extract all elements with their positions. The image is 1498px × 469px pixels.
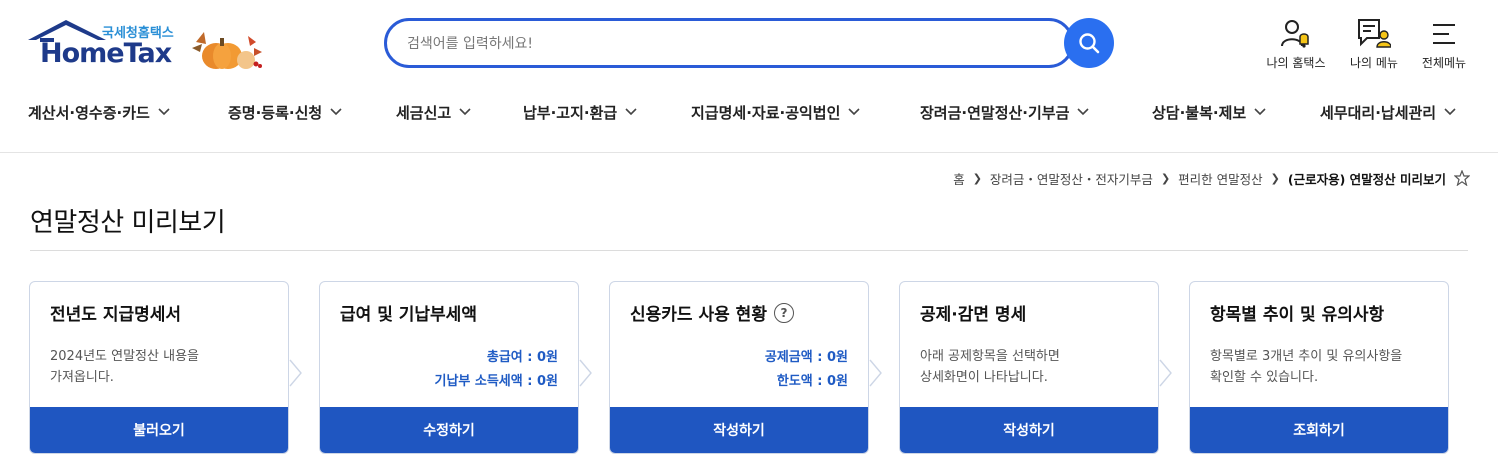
logo-title: HomeTax xyxy=(40,38,172,69)
breadcrumb-item[interactable]: 장려금・연말정산・전자기부금 xyxy=(990,169,1153,188)
card-description-line: 2024년도 연말정산 내용을 xyxy=(50,349,199,364)
nav-item-payment[interactable]: 납부·고지·환급 xyxy=(523,92,637,132)
nav-item-label: 세금신고 xyxy=(396,103,452,122)
card-description-line: 확인할 수 있습니다. xyxy=(1210,370,1319,385)
card-credit-card-usage: 신용카드 사용 현황 ? 공제금액 : 0원 한도액 : 0원 작성하기 xyxy=(609,281,869,454)
user-bell-icon xyxy=(1281,20,1309,48)
chevron-down-icon xyxy=(459,108,471,116)
card-description: 항목별로 3개년 추이 및 유의사항을 확인할 수 있습니다. xyxy=(1210,346,1402,388)
card-item-trends: 항목별 추이 및 유의사항 항목별로 3개년 추이 및 유의사항을 확인할 수 … xyxy=(1189,281,1449,454)
autumn-pumpkin-icon xyxy=(192,32,262,69)
card-title: 항목별 추이 및 유의사항 xyxy=(1210,305,1385,325)
chevron-down-icon xyxy=(848,108,860,116)
breadcrumb-home[interactable]: 홈 xyxy=(953,169,965,188)
card-description-line: 가져옵니다. xyxy=(50,370,114,385)
chevron-down-icon xyxy=(1077,108,1089,116)
nav-item-label: 계산서·영수증·카드 xyxy=(28,103,150,122)
my-menu-label: 나의 메뉴 xyxy=(1350,56,1398,70)
hometax-logo[interactable]: 국세청홈택스 HomeTax xyxy=(28,18,268,74)
nav-item-consultation[interactable]: 상담·불복·제보 xyxy=(1152,92,1266,132)
my-hometax-label: 나의 홈택스 xyxy=(1266,56,1326,70)
my-menu-icon xyxy=(1358,19,1391,48)
hamburger-menu-icon xyxy=(1433,24,1455,44)
chevron-down-icon xyxy=(1444,108,1456,116)
chevron-right-icon: ❯ xyxy=(1270,171,1280,185)
page-title: 연말정산 미리보기 xyxy=(30,208,226,238)
card-values: 공제금액 : 0원 한도액 : 0원 xyxy=(765,346,848,394)
card-description-line: 항목별로 3개년 추이 및 유의사항을 xyxy=(1210,349,1403,364)
load-button[interactable]: 불러오기 xyxy=(30,407,288,453)
header: 국세청홈택스 HomeTax 검색어를 입력하세요! 나의 홈택스 나의 메뉴 … xyxy=(0,0,1498,90)
search-input[interactable] xyxy=(407,33,1047,55)
title-divider xyxy=(30,250,1468,251)
nav-item-invoice[interactable]: 계산서·영수증·카드 xyxy=(28,92,170,132)
my-menu-button[interactable]: 나의 메뉴 xyxy=(1334,16,1414,71)
search-button[interactable] xyxy=(1064,18,1114,68)
nav-item-payment-statement[interactable]: 지급명세·자료·공익법인 xyxy=(691,92,860,132)
main-nav: 계산서·영수증·카드 증명·등록·신청 세금신고 납부·고지·환급 지급명세·자… xyxy=(0,92,1498,132)
all-menu-label: 전체메뉴 xyxy=(1421,56,1467,70)
card-description-line: 상세화면이 나타납니다. xyxy=(920,370,1048,385)
card-values: 총급여 : 0원 기납부 소득세액 : 0원 xyxy=(434,346,558,394)
edit-button[interactable]: 수정하기 xyxy=(320,407,578,453)
chevron-right-icon xyxy=(869,359,882,387)
nav-item-certificate[interactable]: 증명·등록·신청 xyxy=(228,92,342,132)
inquiry-button[interactable]: 조회하기 xyxy=(1190,407,1448,453)
my-hometax-button[interactable]: 나의 홈택스 xyxy=(1256,16,1336,71)
write-button[interactable]: 작성하기 xyxy=(610,407,868,453)
total-salary-value: 총급여 : 0원 xyxy=(486,350,558,365)
deduction-amount-value: 공제금액 : 0원 xyxy=(764,350,848,365)
chevron-right-icon xyxy=(579,359,592,387)
nav-item-tax-report[interactable]: 세금신고 xyxy=(396,92,471,132)
nav-item-label: 지급명세·자료·공익법인 xyxy=(691,103,841,122)
card-title: 공제·감면 명세 xyxy=(920,305,1027,325)
card-description: 아래 공제항목을 선택하면 상세화면이 나타납니다. xyxy=(920,346,1060,388)
prepaid-income-tax-value: 기납부 소득세액 : 0원 xyxy=(434,374,558,389)
search-bar[interactable] xyxy=(384,18,1074,68)
card-title: 전년도 지급명세서 xyxy=(50,305,182,325)
nav-item-tax-agent[interactable]: 세무대리·납세관리 xyxy=(1320,92,1456,132)
chevron-down-icon xyxy=(1254,108,1266,116)
chevron-down-icon xyxy=(330,108,342,116)
card-description-line: 아래 공제항목을 선택하면 xyxy=(920,349,1060,364)
all-menu-button[interactable]: 전체메뉴 xyxy=(1404,16,1484,71)
chevron-down-icon xyxy=(158,108,170,116)
limit-amount-value: 한도액 : 0원 xyxy=(776,374,848,389)
card-title: 신용카드 사용 현황 ? xyxy=(630,300,794,325)
card-description: 2024년도 연말정산 내용을 가져옵니다. xyxy=(50,346,199,388)
card-salary-tax: 급여 및 기납부세액 총급여 : 0원 기납부 소득세액 : 0원 수정하기 xyxy=(319,281,579,454)
nav-item-label: 납부·고지·환급 xyxy=(523,103,618,122)
chevron-right-icon xyxy=(289,359,302,387)
chevron-right-icon xyxy=(1159,359,1172,387)
nav-item-label: 증명·등록·신청 xyxy=(228,103,323,122)
breadcrumb-current: (근로자용) 연말정산 미리보기 xyxy=(1287,171,1446,187)
nav-item-year-end-settlement[interactable]: 장려금·연말정산·기부금 xyxy=(920,92,1089,132)
breadcrumb: 홈 ❯ 장려금・연말정산・전자기부금 ❯ 편리한 연말정산 ❯ (근로자용) 연… xyxy=(953,168,1470,188)
breadcrumb-item[interactable]: 편리한 연말정산 xyxy=(1178,169,1262,188)
nav-item-label: 상담·불복·제보 xyxy=(1152,103,1247,122)
write-button[interactable]: 작성하기 xyxy=(900,407,1158,453)
nav-item-label: 장려금·연말정산·기부금 xyxy=(920,103,1070,122)
help-icon[interactable]: ? xyxy=(773,302,794,323)
chevron-right-icon: ❯ xyxy=(972,171,982,185)
star-icon[interactable] xyxy=(1454,170,1470,186)
card-title: 급여 및 기납부세액 xyxy=(340,305,477,325)
search-icon xyxy=(1079,33,1100,54)
card-prior-year-statement: 전년도 지급명세서 2024년도 연말정산 내용을 가져옵니다. 불러오기 xyxy=(29,281,289,454)
card-title-text: 신용카드 사용 현황 xyxy=(630,305,767,325)
chevron-right-icon: ❯ xyxy=(1160,171,1171,185)
card-deduction-details: 공제·감면 명세 아래 공제항목을 선택하면 상세화면이 나타납니다. 작성하기 xyxy=(899,281,1159,454)
chevron-down-icon xyxy=(625,108,637,116)
nav-divider xyxy=(0,152,1498,153)
nav-item-label: 세무대리·납세관리 xyxy=(1320,103,1437,122)
